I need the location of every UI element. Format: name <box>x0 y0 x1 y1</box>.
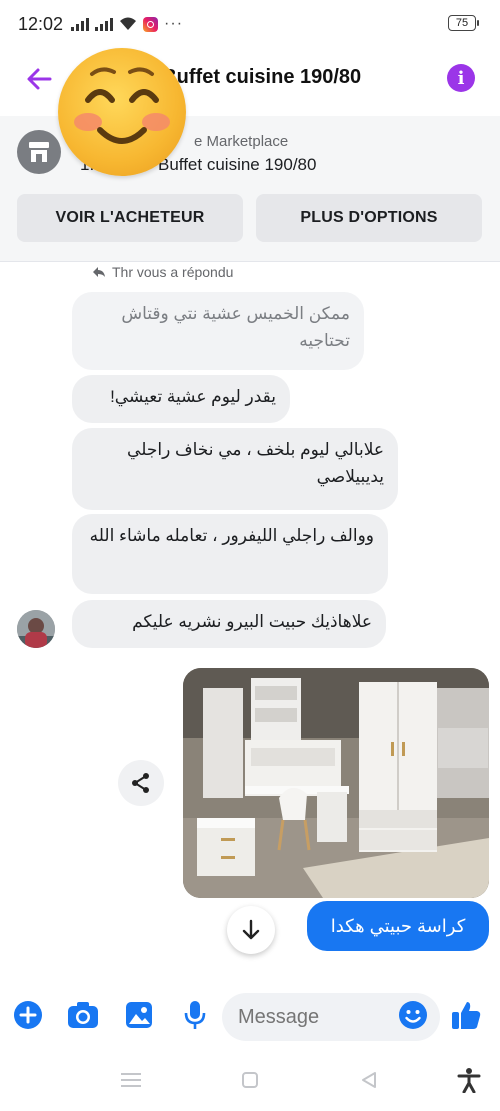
accessibility-button[interactable] <box>456 1067 482 1093</box>
wifi-icon <box>120 17 137 30</box>
marketplace-label: e Marketplace <box>194 133 289 150</box>
signal-icon <box>71 17 90 31</box>
share-button[interactable] <box>118 760 164 806</box>
message-bubble[interactable]: علابالي ليوم بلخف ، مي نخاف راجلي يديبيل… <box>72 428 398 510</box>
sent-message-bubble[interactable]: كراسة حبيتي هكدا <box>307 901 489 951</box>
menu-icon <box>121 1073 141 1087</box>
quoted-message[interactable]: ممكن الخميس عشية نتي وقتاش تحتاجيه <box>72 292 364 370</box>
emoji-icon <box>399 1001 427 1029</box>
add-button[interactable] <box>12 999 44 1031</box>
signal-icon <box>95 17 114 31</box>
share-icon <box>132 773 149 793</box>
store-icon <box>17 130 61 174</box>
message-bubble[interactable]: يقدر ليوم عشية تعيشي! <box>72 375 290 423</box>
message-composer <box>0 985 500 1049</box>
furniture-photo[interactable] <box>183 668 489 898</box>
like-button[interactable] <box>450 999 482 1031</box>
gallery-button[interactable] <box>123 999 155 1031</box>
info-button[interactable]: i <box>447 64 475 92</box>
status-time: 12:02 <box>18 13 64 34</box>
back-triangle-icon <box>362 1072 376 1088</box>
status-bar: 12:02 ··· 75 <box>0 0 500 48</box>
home-square-icon <box>242 1072 258 1088</box>
system-navigation-bar <box>0 1049 500 1111</box>
arrow-down-icon <box>242 919 260 940</box>
battery-level: 75 <box>455 17 469 29</box>
reply-icon <box>93 267 105 277</box>
avatar[interactable] <box>17 610 55 648</box>
camera-icon <box>68 1002 98 1028</box>
thumbs-up-icon <box>452 1002 481 1029</box>
microphone-icon <box>184 1001 206 1029</box>
message-bubble[interactable]: ووالف راجلي الليفرور ، تعامله ماشاء الله <box>72 514 388 594</box>
smiling-face-emoji-sticker <box>58 48 186 176</box>
instagram-icon <box>143 16 159 32</box>
plus-icon <box>14 1001 42 1029</box>
system-back-button[interactable] <box>356 1067 382 1093</box>
voice-button[interactable] <box>179 999 211 1031</box>
battery-icon: 75 <box>448 15 479 31</box>
accessibility-icon <box>457 1068 481 1093</box>
scroll-to-bottom-button[interactable] <box>227 906 275 954</box>
reply-hint: Thr vous a répondu <box>92 264 233 280</box>
emoji-button[interactable] <box>397 999 429 1031</box>
more-options-button[interactable]: PLUS D'OPTIONS <box>256 194 482 242</box>
image-icon <box>126 1002 152 1028</box>
reply-hint-text: Thr vous a répondu <box>112 264 234 280</box>
back-button[interactable] <box>22 62 56 96</box>
smiling-face-icon <box>74 67 170 144</box>
status-icons: ··· <box>71 15 183 33</box>
view-buyer-button[interactable]: VOIR L'ACHETEUR <box>17 194 243 242</box>
home-button[interactable] <box>237 1067 263 1093</box>
info-icon: i <box>457 67 465 89</box>
more-notifications-icon: ··· <box>164 15 184 32</box>
camera-button[interactable] <box>67 999 99 1031</box>
message-bubble[interactable]: علاهاذيك حبيت البيرو نشريه عليكم <box>72 600 386 648</box>
menu-button[interactable] <box>118 1067 144 1093</box>
arrow-left-icon <box>27 68 52 90</box>
